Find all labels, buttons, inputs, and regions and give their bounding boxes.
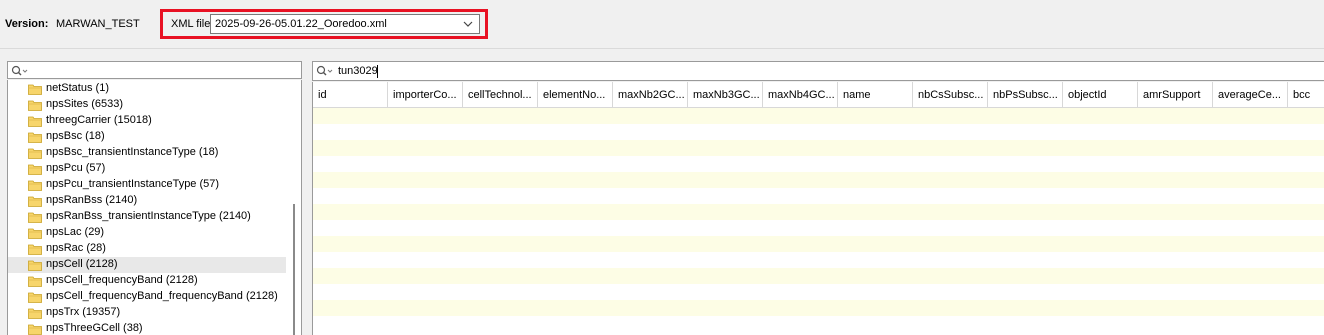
- chevron-down-icon: [463, 21, 473, 27]
- tree-search-input[interactable]: [7, 61, 302, 79]
- folder-icon: [28, 83, 42, 95]
- tree-item[interactable]: npsSites (6533): [8, 97, 286, 113]
- table-row: [313, 188, 1324, 204]
- column-header[interactable]: maxNb4GC...: [763, 82, 838, 107]
- tree-item[interactable]: npsLac (29): [8, 225, 286, 241]
- folder-icon: [28, 291, 42, 303]
- tree-item[interactable]: threegCarrier (15018): [8, 113, 286, 129]
- column-header[interactable]: bcc: [1288, 82, 1324, 107]
- tree-item-label: npsRanBss_transientInstanceType (2140): [46, 210, 251, 222]
- table-row: [313, 220, 1324, 236]
- folder-icon: [28, 99, 42, 111]
- tree-item-label: threegCarrier (15018): [46, 114, 152, 126]
- tree-item[interactable]: npsBsc (18): [8, 129, 286, 145]
- folder-icon: [28, 275, 42, 287]
- table-search-input[interactable]: tun3029: [312, 61, 1324, 81]
- table-row: [313, 172, 1324, 188]
- tree-item[interactable]: npsRanBss (2140): [8, 193, 286, 209]
- column-header[interactable]: nbPsSubsc...: [988, 82, 1063, 107]
- table-row: [313, 252, 1324, 268]
- tree-item[interactable]: npsRac (28): [8, 241, 286, 257]
- table-row: [313, 316, 1324, 332]
- column-header[interactable]: cellTechnol...: [463, 82, 538, 107]
- search-icon: [316, 65, 333, 76]
- tree-item-label: npsBsc (18): [46, 130, 105, 142]
- folder-icon: [28, 227, 42, 239]
- folder-icon: [28, 211, 42, 223]
- xml-file-selected: 2025-09-26-05.01.22_Ooredoo.xml: [215, 18, 387, 30]
- table-row: [313, 108, 1324, 124]
- tree-item-label: npsPcu (57): [46, 162, 106, 174]
- table-row: [313, 204, 1324, 220]
- table-row: [313, 284, 1324, 300]
- column-header[interactable]: averageCe...: [1213, 82, 1288, 107]
- tree-item[interactable]: netStatus (1): [8, 81, 286, 97]
- table-row: [313, 124, 1324, 140]
- folder-icon: [28, 147, 42, 159]
- tree-item-label: netStatus (1): [46, 82, 109, 94]
- tree-item[interactable]: npsCell_frequencyBand (2128): [8, 273, 286, 289]
- column-header[interactable]: objectId: [1063, 82, 1138, 107]
- column-header[interactable]: id: [313, 82, 388, 107]
- search-icon: [11, 65, 28, 76]
- table-header: id importerCo... cellTechnol... elementNo..…: [313, 82, 1324, 108]
- tree-item-label: npsCell_frequencyBand_frequencyBand (212…: [46, 290, 278, 302]
- column-header[interactable]: name: [838, 82, 913, 107]
- folder-icon: [28, 323, 42, 335]
- table-row: [313, 236, 1324, 252]
- xml-file-label: XML file: [171, 18, 211, 30]
- folder-icon: [28, 243, 42, 255]
- folder-icon: [28, 307, 42, 319]
- column-header[interactable]: elementNo...: [538, 82, 613, 107]
- table-search-value: tun3029: [338, 65, 378, 77]
- tree-item[interactable]: npsRanBss_transientInstanceType (2140): [8, 209, 286, 225]
- folder-icon: [28, 163, 42, 175]
- tree-item[interactable]: npsCell (2128): [8, 257, 286, 273]
- tree-item-label: npsRanBss (2140): [46, 194, 138, 206]
- tree-item-label: npsSites (6533): [46, 98, 124, 110]
- folder-icon: [28, 259, 42, 271]
- tree-item-label: npsCell (2128): [46, 258, 118, 270]
- table-row: [313, 156, 1324, 172]
- tree-scrollbar-thumb[interactable]: [293, 204, 295, 335]
- toolbar-divider: [0, 48, 1324, 49]
- tree-item[interactable]: npsTrx (19357): [8, 305, 286, 321]
- tree-item[interactable]: npsPcu_transientInstanceType (57): [8, 177, 286, 193]
- tree-item-label: npsLac (29): [46, 226, 105, 238]
- top-toolbar: Version: MARWAN_TEST XML file 2025-09-26…: [0, 0, 1324, 48]
- column-header[interactable]: amrSupport: [1138, 82, 1213, 107]
- tree-scrollbar[interactable]: [289, 80, 301, 335]
- table-row: [313, 268, 1324, 284]
- xml-file-dropdown[interactable]: 2025-09-26-05.01.22_Ooredoo.xml: [210, 14, 480, 34]
- tree-item-label: npsThreeGCell (38): [46, 322, 143, 334]
- column-header[interactable]: maxNb3GC...: [688, 82, 763, 107]
- text-caret: [377, 65, 378, 78]
- folder-icon: [28, 115, 42, 127]
- tree-item-label: npsRac (28): [46, 242, 106, 254]
- tree-item-label: npsPcu_transientInstanceType (57): [46, 178, 220, 190]
- results-table: id importerCo... cellTechnol... elementNo..…: [312, 82, 1324, 335]
- folder-icon: [28, 131, 42, 143]
- column-header[interactable]: nbCsSubsc...: [913, 82, 988, 107]
- folder-icon: [28, 195, 42, 207]
- table-row: [313, 140, 1324, 156]
- folder-icon: [28, 179, 42, 191]
- tree-item[interactable]: npsPcu (57): [8, 161, 286, 177]
- version-value: MARWAN_TEST: [56, 18, 140, 30]
- column-header[interactable]: importerCo...: [388, 82, 463, 107]
- tree-item[interactable]: npsThreeGCell (38): [8, 321, 286, 335]
- tree-item[interactable]: npsCell_frequencyBand_frequencyBand (212…: [8, 289, 286, 305]
- tree-item-label: npsCell_frequencyBand (2128): [46, 274, 198, 286]
- column-header[interactable]: maxNb2GC...: [613, 82, 688, 107]
- table-tree: netStatus (1) npsSites (6533) threegCarrie…: [7, 80, 302, 335]
- table-row: [313, 300, 1324, 316]
- version-label: Version:: [5, 18, 49, 30]
- tree-item-label: npsBsc_transientInstanceType (18): [46, 146, 219, 158]
- tree-item[interactable]: npsBsc_transientInstanceType (18): [8, 145, 286, 161]
- tree-item-label: npsTrx (19357): [46, 306, 121, 318]
